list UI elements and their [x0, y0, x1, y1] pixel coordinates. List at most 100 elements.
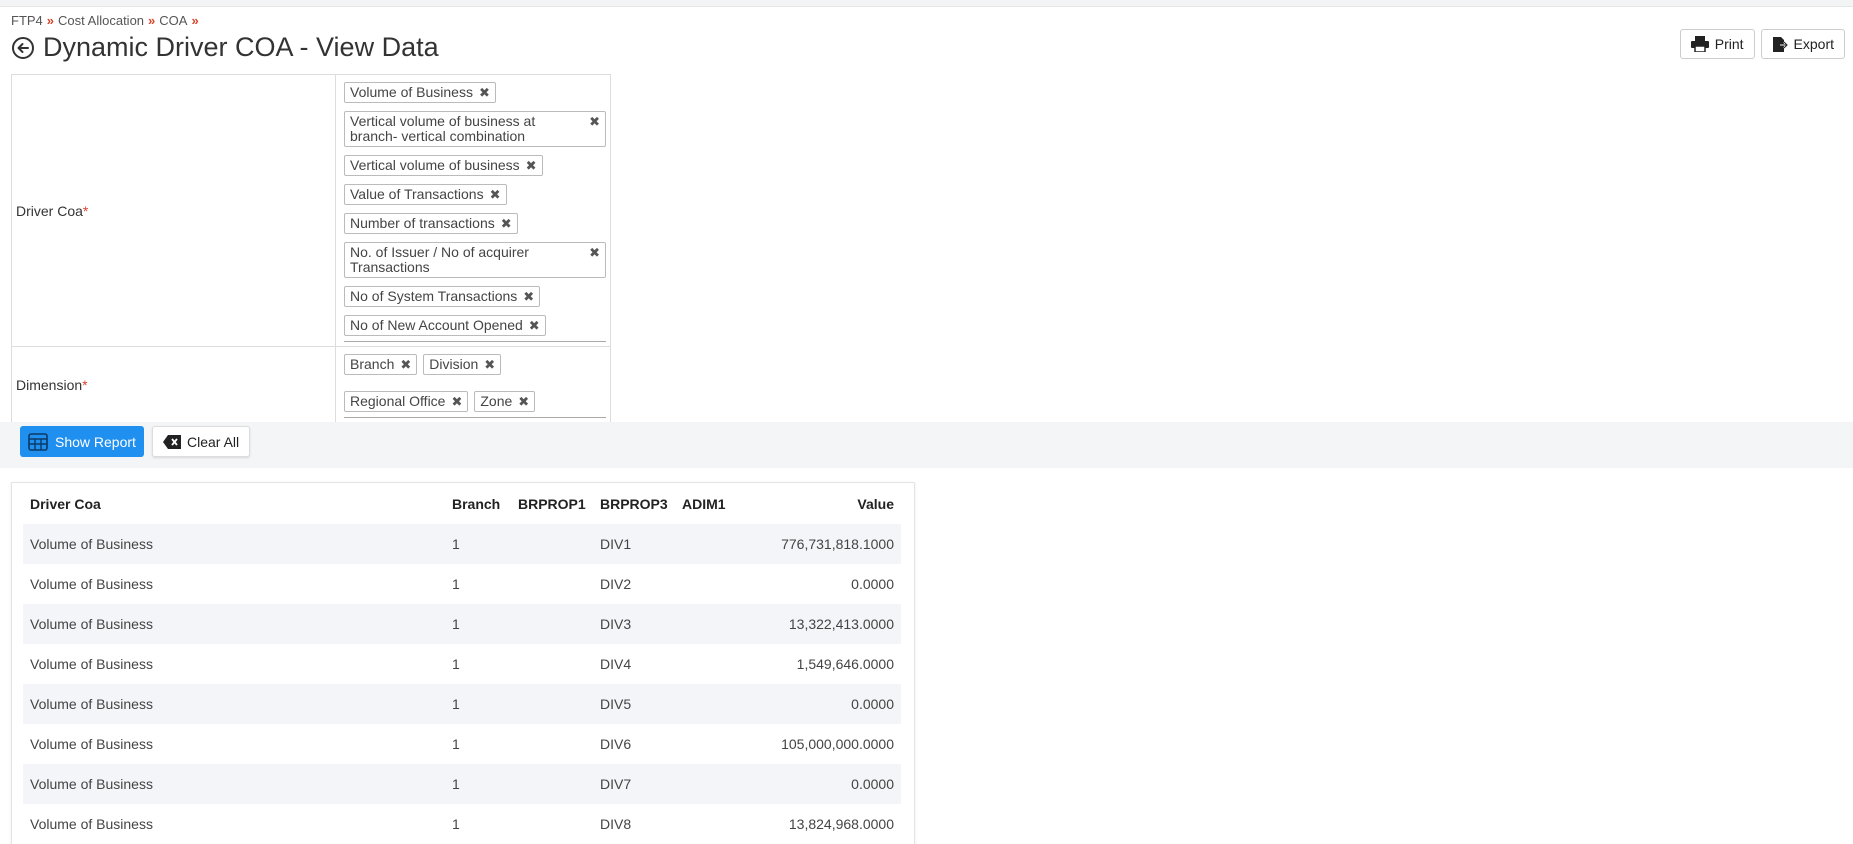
table-cell — [675, 804, 747, 844]
export-icon — [1772, 36, 1788, 52]
column-header-adim1[interactable]: ADIM1 — [675, 483, 747, 524]
table-cell — [511, 804, 593, 844]
table-cell — [511, 604, 593, 644]
remove-tag-icon[interactable]: ✖ — [526, 158, 537, 173]
table-cell: Volume of Business — [30, 816, 153, 832]
table-cell: 1 — [445, 764, 511, 804]
remove-tag-icon[interactable]: ✖ — [589, 245, 600, 260]
clear-all-button[interactable]: Clear All — [152, 426, 251, 457]
table-row[interactable]: Volume of Business 1 DIV3 13,322,413.0000 — [23, 604, 901, 644]
table-cell: 13,322,413.0000 — [747, 604, 901, 644]
export-button[interactable]: Export — [1760, 29, 1845, 59]
table-cell — [675, 644, 747, 684]
breadcrumb-cost-allocation[interactable]: Cost Allocation — [58, 13, 144, 28]
remove-tag-icon[interactable]: ✖ — [523, 289, 534, 304]
table-cell: 776,731,818.1000 — [747, 524, 901, 564]
driver-coa-label: Driver Coa* — [11, 74, 336, 347]
table-cell: 1 — [445, 524, 511, 564]
table-row[interactable]: Volume of Business 1 DIV7 0.0000 — [23, 764, 901, 804]
breadcrumb-ftp4[interactable]: FTP4 — [11, 13, 43, 28]
table-cell: DIV6 — [600, 736, 632, 752]
remove-tag-icon[interactable]: ✖ — [490, 187, 501, 202]
remove-tag-icon[interactable]: ✖ — [400, 357, 411, 372]
breadcrumb-coa[interactable]: COA — [159, 13, 187, 28]
table-row[interactable]: Volume of Business 1 DIV4 1,549,646.0000 — [23, 644, 901, 684]
table-cell: 105,000,000.0000 — [781, 736, 894, 752]
table-cell: 1 — [452, 576, 460, 592]
driver-coa-multiselect[interactable]: Volume of Business ✖ Vertical volume of b… — [335, 74, 611, 347]
table-cell: DIV5 — [593, 684, 675, 724]
tag-chip: Number of transactions ✖ — [344, 213, 518, 234]
table-cell: 0.0000 — [747, 684, 901, 724]
table-cell: 0.0000 — [851, 576, 894, 592]
table-row[interactable]: Volume of Business 1 DIV2 0.0000 — [23, 564, 901, 604]
clear-all-label: Clear All — [187, 433, 240, 450]
column-header-brprop3[interactable]: BRPROP3 — [593, 483, 675, 524]
table-cell: 1,549,646.0000 — [796, 656, 894, 672]
report-card: Driver Coa Branch BRPROP1 BRPROP3 ADIM1 … — [11, 482, 915, 844]
table-cell: DIV4 — [600, 656, 632, 672]
show-report-button[interactable]: Show Report — [20, 426, 144, 457]
table-cell — [511, 524, 593, 564]
remove-tag-icon[interactable]: ✖ — [479, 85, 490, 100]
back-arrow-icon[interactable] — [11, 36, 35, 60]
table-cell: 1 — [452, 816, 460, 832]
table-cell: Volume of Business — [23, 764, 445, 804]
remove-tag-icon[interactable]: ✖ — [589, 114, 600, 129]
column-header-value[interactable]: Value — [747, 483, 901, 524]
table-row[interactable]: Volume of Business 1 DIV5 0.0000 — [23, 684, 901, 724]
show-report-label: Show Report — [55, 433, 136, 450]
column-header-driver-coa[interactable]: Driver Coa — [23, 483, 445, 524]
remove-tag-icon[interactable]: ✖ — [501, 216, 512, 231]
tag-chip: No of New Account Opened ✖ — [344, 315, 546, 336]
table-cell: 1 — [445, 604, 511, 644]
table-cell: 1 — [452, 656, 460, 672]
chevron-right-icon: » — [148, 13, 156, 28]
table-cell: Volume of Business — [23, 604, 445, 644]
column-header-brprop1[interactable]: BRPROP1 — [511, 483, 593, 524]
table-row[interactable]: Volume of Business 1 DIV1 776,731,818.1000 — [23, 524, 901, 564]
tag-chip: Division ✖ — [423, 354, 502, 375]
top-actions: Print Export — [1679, 29, 1845, 59]
dimension-multiselect[interactable]: Branch ✖ Division ✖ Regional Office ✖ Zone ✖ — [335, 346, 611, 423]
table-cell — [511, 684, 593, 724]
table-cell — [675, 684, 747, 724]
print-label: Print — [1714, 36, 1744, 52]
driver-coa-filter-row: Driver Coa* Volume of Business ✖ Vertical… — [11, 74, 611, 347]
tag-chip: Branch ✖ — [344, 354, 418, 375]
tag-chip: No of System Transactions ✖ — [344, 286, 541, 307]
report-table: Driver Coa Branch BRPROP1 BRPROP3 ADIM1 … — [23, 483, 901, 844]
table-cell: 1 — [445, 684, 511, 724]
table-header-row: Driver Coa Branch BRPROP1 BRPROP3 ADIM1 … — [23, 483, 901, 524]
table-cell: DIV2 — [600, 576, 632, 592]
tag-chip: No. of Issuer / No of acquirer Transacti… — [344, 242, 606, 278]
filter-table: Driver Coa* Volume of Business ✖ Vertical… — [11, 74, 611, 423]
page-title: Dynamic Driver COA - View Data — [43, 32, 439, 62]
breadcrumb: FTP4» Cost Allocation» COA» — [11, 13, 203, 28]
tag-chip: Vertical volume of business ✖ — [344, 155, 543, 176]
column-header-branch[interactable]: Branch — [445, 483, 511, 524]
dimension-label: Dimension* — [11, 346, 336, 423]
table-cell: Volume of Business — [30, 656, 153, 672]
table-cell: Volume of Business — [23, 684, 445, 724]
table-row[interactable]: Volume of Business 1 DIV8 13,824,968.0000 — [23, 804, 901, 844]
print-button[interactable]: Print — [1679, 29, 1755, 59]
table-cell: DIV1 — [593, 524, 675, 564]
tag-chip: Vertical volume of business at branch- v… — [344, 111, 606, 147]
table-cell: 0.0000 — [747, 764, 901, 804]
table-row[interactable]: Volume of Business 1 DIV6 105,000,000.0000 — [23, 724, 901, 764]
table-body: Volume of Business 1 DIV1 776,731,818.1000 V… — [23, 524, 901, 844]
remove-tag-icon[interactable]: ✖ — [518, 394, 529, 409]
table-cell: Volume of Business — [30, 736, 153, 752]
table-cell — [675, 724, 747, 764]
table-cell — [675, 524, 747, 564]
top-bar — [0, 0, 1853, 7]
remove-tag-icon[interactable]: ✖ — [529, 318, 540, 333]
tag-chip: Zone ✖ — [474, 391, 536, 412]
remove-tag-icon[interactable]: ✖ — [484, 357, 495, 372]
remove-tag-icon[interactable]: ✖ — [451, 394, 462, 409]
table-icon — [28, 432, 48, 451]
dimension-tags: Branch ✖ Division ✖ Regional Office ✖ Zone ✖ — [344, 354, 606, 418]
table-cell — [675, 564, 747, 604]
title-row: Dynamic Driver COA - View Data — [11, 32, 439, 63]
